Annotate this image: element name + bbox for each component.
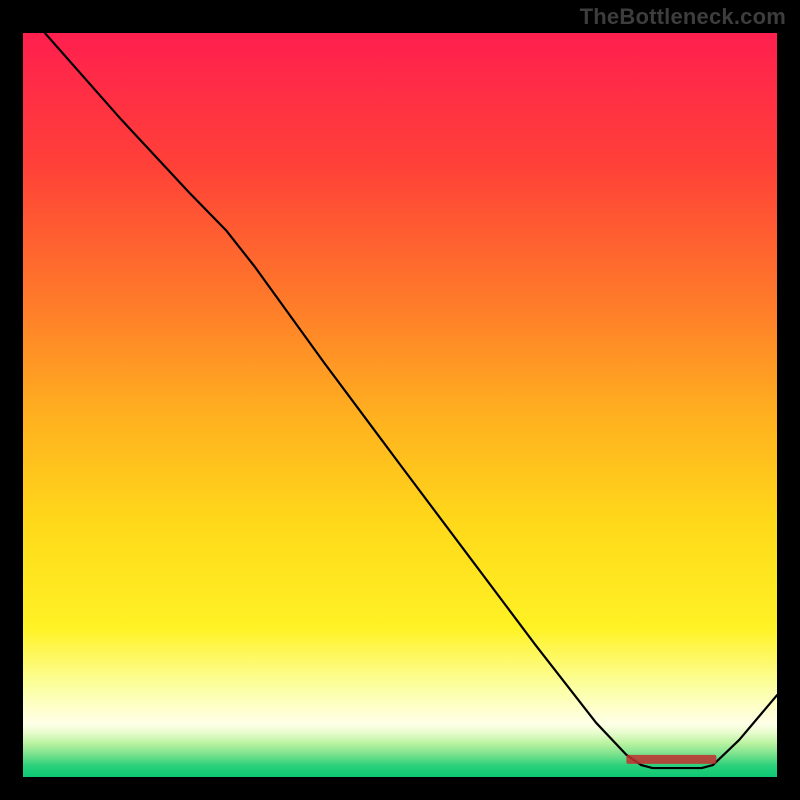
annotation-group [626,755,716,764]
watermark-text: TheBottleneck.com [580,4,786,30]
plot-area-frame [23,33,777,777]
plot-svg [23,33,777,777]
gradient-background [23,33,777,777]
chart-container: TheBottleneck.com [0,0,800,800]
range-label [626,755,716,764]
